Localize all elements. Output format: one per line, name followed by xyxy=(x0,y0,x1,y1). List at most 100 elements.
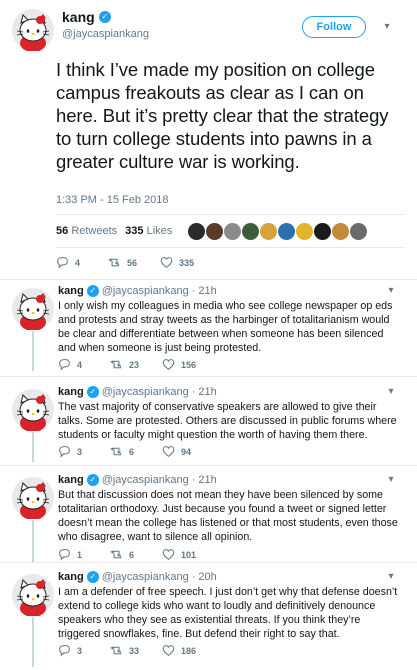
tweet-text: I am a defender of free speech. I just d… xyxy=(58,586,398,640)
tweet-timestamp[interactable]: 1:33 PM - 15 Feb 2018 xyxy=(56,194,169,206)
retweet-icon xyxy=(110,447,122,456)
heart-icon xyxy=(162,359,175,370)
liker-avatar[interactable] xyxy=(278,222,296,240)
liker-avatars xyxy=(188,222,368,240)
heart-icon xyxy=(162,549,175,560)
author-name-row: kang ✓ xyxy=(62,9,111,25)
tweet-actions: 1 6 101 xyxy=(58,548,214,561)
thread-tweet[interactable]: kang ✓ @jaycaspiankang · 21h ▾ I only wi… xyxy=(0,281,417,371)
like-count: 94 xyxy=(181,446,192,457)
liker-avatar[interactable] xyxy=(296,222,314,240)
retweet-count: 6 xyxy=(129,446,135,457)
main-tweet: kang ✓ @jaycaspiankang Follow ▾ I think … xyxy=(0,0,417,279)
liker-avatar[interactable] xyxy=(224,222,242,240)
retweet-button[interactable]: 33 xyxy=(110,644,162,657)
retweets-stat[interactable]: 56 Retweets xyxy=(56,225,117,237)
verified-badge-icon: ✓ xyxy=(86,386,99,398)
chevron-down-icon[interactable]: ▾ xyxy=(385,385,397,397)
like-count: 156 xyxy=(181,359,197,370)
avatar[interactable] xyxy=(12,9,54,51)
like-button[interactable]: 186 xyxy=(162,644,214,657)
reply-button[interactable]: 1 xyxy=(58,548,110,561)
chevron-down-icon[interactable]: ▾ xyxy=(385,570,397,582)
thread-line xyxy=(32,617,34,667)
heart-icon xyxy=(162,645,175,656)
likes-stat[interactable]: 335 Likes xyxy=(125,225,172,237)
tweet-time[interactable]: 20h xyxy=(198,571,216,583)
liker-avatar[interactable] xyxy=(314,222,332,240)
chevron-down-icon[interactable]: ▾ xyxy=(381,20,393,32)
liker-avatar[interactable] xyxy=(206,222,224,240)
avatar[interactable] xyxy=(12,477,54,519)
reply-count: 3 xyxy=(77,645,83,656)
like-button[interactable]: 94 xyxy=(162,445,214,458)
divider xyxy=(0,465,417,466)
reply-count: 4 xyxy=(75,257,81,268)
reply-button[interactable]: 3 xyxy=(58,644,110,657)
author-name[interactable]: kang xyxy=(58,285,84,297)
chevron-down-icon[interactable]: ▾ xyxy=(385,284,397,296)
author-handle[interactable]: @jaycaspiankang xyxy=(102,386,189,398)
tweet-time[interactable]: 21h xyxy=(198,474,216,486)
like-button[interactable]: 156 xyxy=(162,358,214,371)
reply-button[interactable]: 4 xyxy=(58,358,110,371)
thread-line xyxy=(32,520,34,562)
tweet-actions: 4 23 156 xyxy=(58,358,214,371)
heart-icon xyxy=(160,257,173,268)
thread-tweet[interactable]: kang ✓ @jaycaspiankang · 21h ▾ But that … xyxy=(0,470,417,562)
like-button[interactable]: 101 xyxy=(162,548,214,561)
reply-button[interactable]: 4 xyxy=(56,256,108,269)
retweet-button[interactable]: 56 xyxy=(108,256,160,269)
author-handle[interactable]: @jaycaspiankang xyxy=(62,28,149,40)
divider xyxy=(0,279,417,280)
author-name[interactable]: kang xyxy=(58,386,84,398)
divider xyxy=(0,376,417,377)
liker-avatar[interactable] xyxy=(332,222,350,240)
liker-avatar[interactable] xyxy=(188,222,206,240)
separator-dot: · xyxy=(191,285,196,297)
liker-avatar[interactable] xyxy=(260,222,278,240)
avatar[interactable] xyxy=(12,574,54,616)
avatar[interactable] xyxy=(12,389,54,431)
like-count: 335 xyxy=(179,257,195,268)
tweet-time[interactable]: 21h xyxy=(198,386,216,398)
liker-avatar[interactable] xyxy=(350,222,368,240)
retweet-button[interactable]: 6 xyxy=(110,548,162,561)
follow-button[interactable]: Follow xyxy=(302,16,366,38)
reply-button[interactable]: 3 xyxy=(58,445,110,458)
retweet-icon xyxy=(108,258,120,267)
tweet-stats: 56 Retweets 335 Likes xyxy=(56,214,405,248)
retweet-count: 56 xyxy=(127,257,138,268)
separator-dot: · xyxy=(191,386,196,398)
divider xyxy=(0,562,417,563)
tweet-text: The vast majority of conservative speake… xyxy=(58,401,397,441)
like-count: 186 xyxy=(181,645,197,656)
retweet-count: 23 xyxy=(129,359,140,370)
tweet-text: But that discussion does not mean they h… xyxy=(58,489,398,543)
reply-icon xyxy=(59,359,70,370)
thread-tweet[interactable]: kang ✓ @jaycaspiankang · 20h ▾ I am a de… xyxy=(0,567,417,667)
author-handle[interactable]: @jaycaspiankang xyxy=(102,571,189,583)
author-handle[interactable]: @jaycaspiankang xyxy=(102,285,189,297)
tweet-time[interactable]: 21h xyxy=(198,285,216,297)
retweet-icon xyxy=(110,550,122,559)
retweet-count: 6 xyxy=(129,549,135,560)
like-count: 101 xyxy=(181,549,197,560)
author-name[interactable]: kang xyxy=(62,9,95,25)
author-name[interactable]: kang xyxy=(58,571,84,583)
author-handle[interactable]: @jaycaspiankang xyxy=(102,474,189,486)
tweet-header: kang ✓ @jaycaspiankang · 21h xyxy=(58,386,217,398)
tweet-actions: 3 6 94 xyxy=(58,445,214,458)
liker-avatar[interactable] xyxy=(242,222,260,240)
tweet-text: I only wish my colleagues in media who s… xyxy=(58,300,393,354)
retweet-button[interactable]: 6 xyxy=(110,445,162,458)
avatar[interactable] xyxy=(12,288,54,330)
thread-tweet[interactable]: kang ✓ @jaycaspiankang · 21h ▾ The vast … xyxy=(0,382,417,462)
chevron-down-icon[interactable]: ▾ xyxy=(385,473,397,485)
heart-icon xyxy=(162,446,175,457)
author-name[interactable]: kang xyxy=(58,474,84,486)
retweet-button[interactable]: 23 xyxy=(110,358,162,371)
retweets-count: 56 xyxy=(56,225,69,237)
likes-count: 335 xyxy=(125,225,144,237)
like-button[interactable]: 335 xyxy=(160,256,212,269)
